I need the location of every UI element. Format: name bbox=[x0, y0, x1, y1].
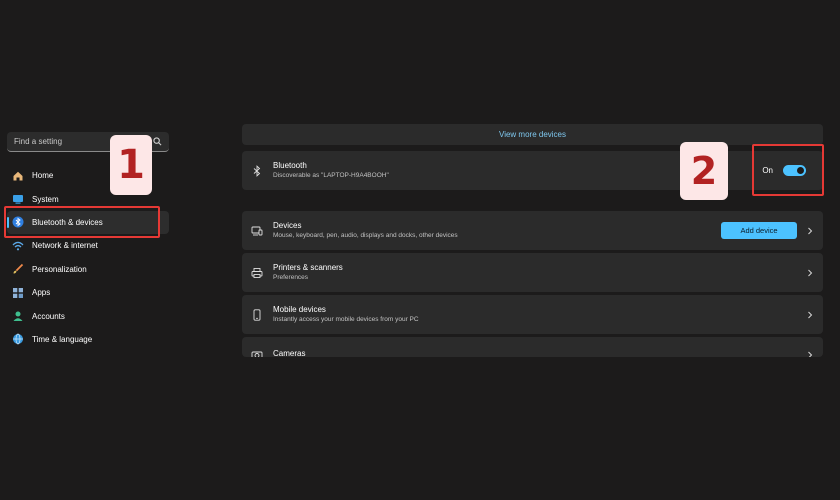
mobile-devices-row[interactable]: Mobile devices Instantly access your mob… bbox=[242, 295, 823, 334]
step-badge-2: 2 bbox=[680, 142, 728, 200]
sidebar-item-label: Home bbox=[32, 171, 54, 181]
bluetooth-title: Bluetooth bbox=[273, 161, 307, 170]
devices-icon bbox=[251, 225, 263, 237]
step-badge-1: 1 bbox=[110, 135, 152, 195]
highlight-box-bluetooth-nav bbox=[4, 206, 160, 238]
bluetooth-subtitle: Discoverable as "LAPTOP-H9A4BOOH" bbox=[273, 172, 389, 179]
apps-icon bbox=[12, 287, 24, 299]
view-more-devices-label: View more devices bbox=[499, 130, 566, 139]
devices-subtitle: Mouse, keyboard, pen, audio, displays an… bbox=[273, 232, 458, 239]
sidebar-item-apps[interactable]: Apps bbox=[7, 281, 169, 304]
add-device-button[interactable]: Add device bbox=[721, 222, 797, 239]
chevron-right-icon[interactable] bbox=[806, 311, 814, 319]
cameras-row[interactable]: Cameras bbox=[242, 337, 823, 357]
sidebar-item-label: Personalization bbox=[32, 264, 87, 274]
view-more-devices-button[interactable]: View more devices bbox=[242, 124, 823, 145]
chevron-right-icon[interactable] bbox=[806, 269, 814, 277]
sidebar-item-time-language[interactable]: Time & language bbox=[7, 328, 169, 351]
search-icon[interactable] bbox=[153, 137, 162, 146]
sidebar-item-label: Accounts bbox=[32, 311, 65, 321]
brush-icon bbox=[12, 263, 24, 275]
sidebar-item-label: Network & internet bbox=[32, 241, 98, 251]
sidebar-item-label: Time & language bbox=[32, 334, 93, 344]
printer-icon bbox=[251, 267, 263, 279]
sidebar-item-accounts[interactable]: Accounts bbox=[7, 304, 169, 327]
chevron-right-icon[interactable] bbox=[806, 351, 814, 357]
sidebar-item-label: Apps bbox=[32, 288, 51, 298]
globe-icon bbox=[12, 333, 24, 345]
bluetooth-icon bbox=[251, 164, 263, 177]
camera-icon bbox=[251, 349, 263, 357]
mobile-devices-subtitle: Instantly access your mobile devices fro… bbox=[273, 316, 419, 323]
printers-title: Printers & scanners bbox=[273, 263, 343, 272]
sidebar-item-label: System bbox=[32, 194, 59, 204]
search-placeholder: Find a setting bbox=[14, 137, 63, 146]
printers-scanners-row[interactable]: Printers & scanners Preferences bbox=[242, 253, 823, 292]
sidebar-item-personalization[interactable]: Personalization bbox=[7, 258, 169, 281]
chevron-right-icon[interactable] bbox=[806, 227, 814, 235]
phone-icon bbox=[251, 308, 263, 321]
wifi-icon bbox=[12, 240, 24, 252]
system-icon bbox=[12, 193, 24, 205]
devices-title: Devices bbox=[273, 221, 302, 230]
cameras-title: Cameras bbox=[273, 349, 306, 357]
mobile-devices-title: Mobile devices bbox=[273, 305, 326, 314]
bluetooth-card: Bluetooth Discoverable as "LAPTOP-H9A4BO… bbox=[242, 151, 823, 190]
person-icon bbox=[12, 310, 24, 322]
devices-row[interactable]: Devices Mouse, keyboard, pen, audio, dis… bbox=[242, 211, 823, 250]
highlight-box-bluetooth-toggle bbox=[752, 144, 824, 196]
home-icon bbox=[12, 170, 24, 182]
printers-subtitle: Preferences bbox=[273, 274, 309, 281]
